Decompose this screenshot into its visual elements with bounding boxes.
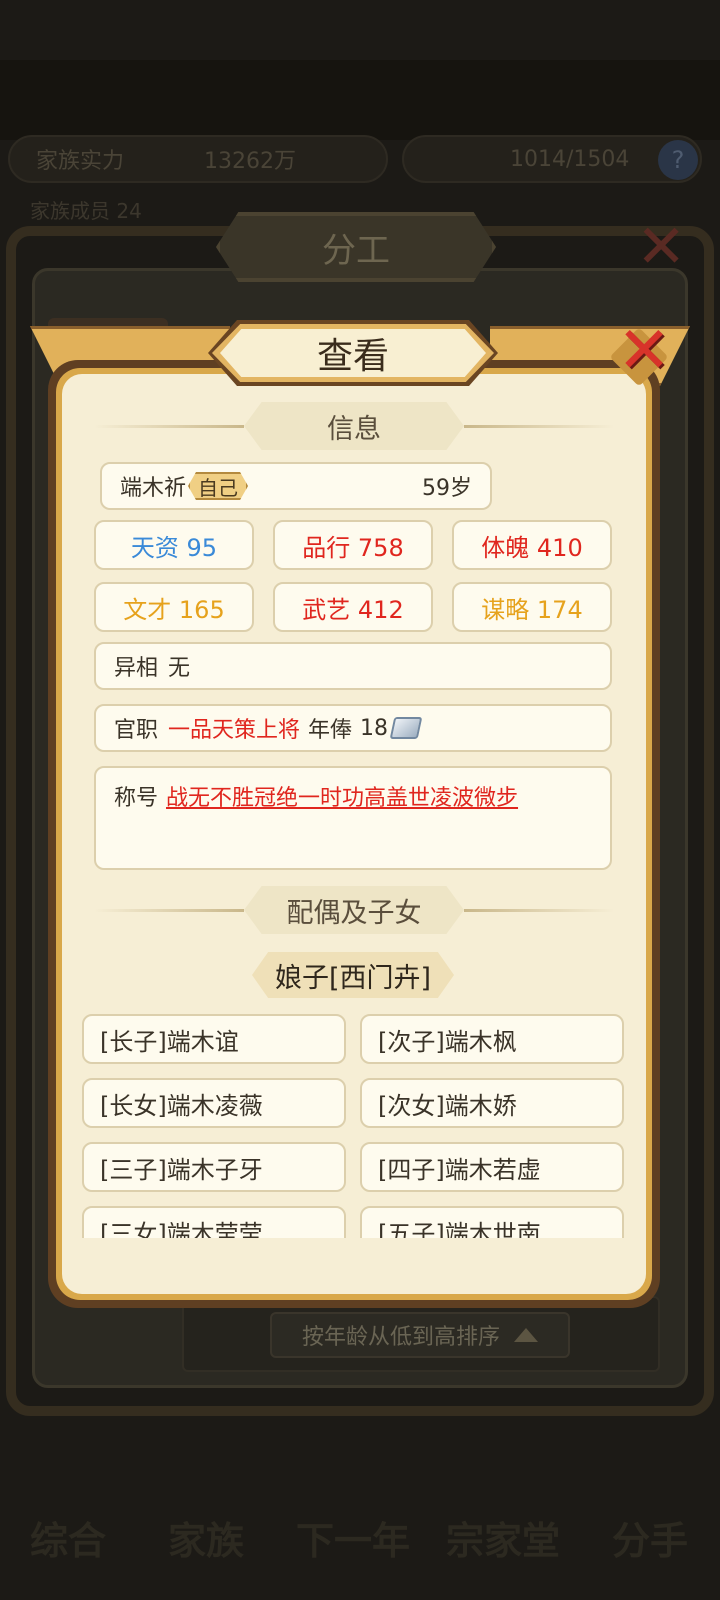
stat-physique: 体魄 410 [452,520,612,570]
list-item[interactable]: [长子]端木谊 [82,1014,346,1064]
stat-talent-label: 天资 95 [130,533,218,562]
stat-physique-label: 体魄 410 [481,533,583,562]
family-power-stat: 家族实力 13262万 [8,135,388,183]
top-bar [0,60,720,140]
salary-label: 年俸 [308,718,353,743]
stat-literature: 文才 165 [94,582,254,632]
list-item[interactable]: [次子]端木枫 [360,1014,624,1064]
stat-conduct: 品行 758 [273,520,433,570]
modal-title: 查看 [220,329,486,377]
stat-conduct-label: 品行 758 [302,533,404,562]
office-row: 官职 一品天策上将 年俸 18 [94,704,612,752]
office-label: 官职 [114,718,159,743]
stat-martial-label: 武艺 412 [302,595,404,624]
nav-item-other[interactable]: 分手 [612,1510,688,1565]
character-name-box: 端木祈 自己 59岁 [100,462,492,510]
spouse-label[interactable]: 娘子[西门卉] [252,952,454,998]
modal-title-plate: 查看 [208,320,498,386]
honor-label: 称号 [114,786,159,811]
stat-literature-label: 文才 165 [123,595,225,624]
trait-row: 异相 无 [94,642,612,690]
list-item[interactable]: [三子]端木子牙 [82,1142,346,1192]
nav-item-overview[interactable]: 综合 [30,1510,106,1565]
resource-stat: 1014/1504 [402,135,702,183]
honor-box: 称号 战无不胜冠绝一时功高盖世凌波微步 [94,766,612,870]
nav-item-next-year[interactable]: 下一年 [296,1510,410,1565]
nav-item-hall[interactable]: 宗家堂 [446,1510,560,1565]
family-section-header: 配偶及子女 [94,886,614,934]
stat-strategy: 谋略 174 [452,582,612,632]
self-tag: 自己 [188,472,248,500]
list-item[interactable]: [四子]端木若虚 [360,1142,624,1192]
help-icon[interactable]: ? [658,140,698,180]
honor-link[interactable]: 战无不胜冠绝一时功高盖世凌波微步 [166,780,518,812]
list-item[interactable]: [长女]端木凌薇 [82,1078,346,1128]
stat-martial: 武艺 412 [273,582,433,632]
list-item[interactable]: [五子]端木世南 [360,1206,624,1238]
trait-value: 无 [168,656,191,681]
triangle-up-icon [514,1328,538,1342]
children-list[interactable]: [长子]端木谊 [次子]端木枫 [长女]端木凌薇 [次女]端木娇 [三子]端木子… [60,1010,650,1238]
info-section-header: 信息 [94,402,614,450]
salary-value: 18 [360,715,389,741]
character-name: 端木祈 [120,476,187,501]
list-item[interactable]: [次女]端木娇 [360,1078,624,1128]
list-item[interactable]: [三女]端木莹莹 [82,1206,346,1238]
close-icon: ✕ [617,314,671,388]
office-value: 一品天策上将 [168,718,301,743]
division-panel-title: 分工 [216,212,496,282]
character-age: 59岁 [422,476,472,501]
sort-button[interactable]: 按年龄从低到高排序 [270,1312,570,1358]
trait-label: 异相 [114,656,159,681]
silver-ingot-icon [389,717,423,739]
stat-talent: 天资 95 [94,520,254,570]
stat-strategy-label: 谋略 174 [481,595,583,624]
nav-item-family[interactable]: 家族 [168,1510,244,1565]
division-close-icon[interactable]: ✕ [636,212,686,282]
close-button[interactable]: ✕ [600,314,680,392]
